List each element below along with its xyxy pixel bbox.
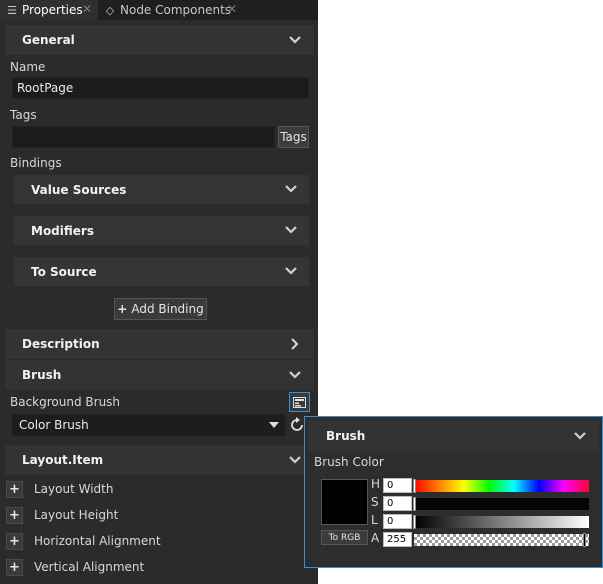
plus-icon: +: [9, 560, 20, 575]
name-field[interactable]: RootPage: [12, 77, 309, 99]
saturation-letter: S: [371, 495, 379, 509]
section-brush-header[interactable]: Brush: [5, 360, 314, 390]
section-title: General: [22, 33, 75, 47]
add-binding-button[interactable]: + Add Binding: [114, 298, 207, 320]
close-icon[interactable]: ✕: [227, 2, 237, 16]
tab-bar: ☰ Properties ✕ ◇ Node Components ✕: [0, 0, 318, 20]
brush-editor-button[interactable]: [289, 392, 310, 412]
hue-slider-thumb[interactable]: [413, 479, 416, 493]
chevron-right-icon: [288, 337, 302, 351]
alpha-letter: A: [371, 531, 380, 545]
brush-color-popup: Brush Brush Color To RGB H 0 S 0 L 0 A 2…: [304, 416, 603, 568]
brush-type-value: Color Brush: [19, 418, 89, 432]
plus-icon: +: [117, 302, 128, 316]
tags-label: Tags: [10, 108, 37, 122]
brush-type-dropdown[interactable]: Color Brush: [12, 414, 285, 436]
tab-properties[interactable]: ☰ Properties ✕: [0, 0, 98, 20]
brush-color-label: Brush Color: [314, 455, 384, 469]
color-swatch[interactable]: [321, 479, 368, 525]
components-icon: ◇: [105, 3, 115, 17]
list-icon: ☰: [7, 3, 17, 17]
hue-slider[interactable]: [413, 479, 589, 493]
section-title: Description: [22, 337, 100, 351]
binding-title: Modifiers: [31, 223, 94, 238]
chevron-down-icon: [573, 429, 587, 443]
alpha-slider-thumb[interactable]: [583, 533, 586, 547]
layout-item-label: Layout Height: [34, 508, 119, 522]
section-layout-item-header[interactable]: Layout.Item: [5, 445, 314, 475]
binding-title: To Source: [31, 264, 97, 279]
alpha-slider[interactable]: [414, 533, 589, 547]
properties-panel: ☰ Properties ✕ ◇ Node Components ✕ Gener…: [0, 0, 318, 584]
lightness-slider-thumb[interactable]: [413, 515, 416, 529]
plus-icon: +: [9, 508, 20, 523]
lightness-input[interactable]: 0: [383, 514, 412, 529]
reset-icon[interactable]: [289, 417, 305, 433]
binding-value-sources[interactable]: Value Sources: [14, 175, 309, 204]
section-general-header[interactable]: General: [5, 25, 314, 55]
chevron-down-icon: [284, 264, 298, 278]
tags-field[interactable]: [12, 126, 275, 148]
section-description-header[interactable]: Description: [5, 329, 314, 359]
section-title: Brush: [22, 368, 62, 382]
close-icon[interactable]: ✕: [82, 2, 92, 16]
to-rgb-button[interactable]: To RGB: [321, 530, 368, 545]
chevron-down-icon: [288, 368, 302, 382]
bindings-label: Bindings: [10, 156, 62, 170]
alpha-input[interactable]: 255: [383, 532, 412, 547]
brush-editor-icon: [293, 396, 306, 408]
add-binding-label: Add Binding: [131, 302, 204, 316]
background-brush-label: Background Brush: [10, 395, 121, 409]
add-vertical-alignment-button[interactable]: +: [6, 559, 23, 576]
chevron-down-icon: [288, 453, 302, 467]
add-layout-height-button[interactable]: +: [6, 507, 23, 524]
layout-item-label: Horizontal Alignment: [34, 534, 161, 548]
lightness-letter: L: [371, 513, 378, 527]
plus-icon: +: [9, 534, 20, 549]
layout-item-label: Layout Width: [34, 482, 114, 496]
tags-button[interactable]: Tags: [278, 126, 309, 148]
add-horizontal-alignment-button[interactable]: +: [6, 533, 23, 550]
hue-letter: H: [371, 477, 381, 491]
plus-icon: +: [9, 482, 20, 497]
tab-node-components[interactable]: ◇ Node Components ✕: [99, 0, 249, 20]
chevron-down-icon: [284, 223, 298, 237]
layout-item-label: Vertical Alignment: [34, 560, 145, 574]
hue-input[interactable]: 0: [383, 478, 412, 493]
tab-node-components-label: Node Components: [120, 3, 232, 17]
chevron-down-icon: [288, 33, 302, 47]
add-layout-width-button[interactable]: +: [6, 481, 23, 498]
saturation-slider-thumb[interactable]: [413, 497, 416, 511]
binding-modifiers[interactable]: Modifiers: [14, 216, 309, 245]
saturation-input[interactable]: 0: [383, 496, 412, 511]
caret-down-icon: [269, 422, 279, 428]
lightness-slider[interactable]: [413, 515, 589, 529]
binding-title: Value Sources: [31, 182, 127, 197]
popup-brush-header[interactable]: Brush: [308, 421, 599, 451]
tab-properties-label: Properties: [22, 3, 83, 17]
section-title: Layout.Item: [22, 453, 104, 467]
binding-to-source[interactable]: To Source: [14, 257, 309, 286]
chevron-down-icon: [284, 182, 298, 196]
name-label: Name: [10, 60, 46, 74]
saturation-slider[interactable]: [413, 497, 589, 511]
section-title: Brush: [326, 429, 366, 443]
